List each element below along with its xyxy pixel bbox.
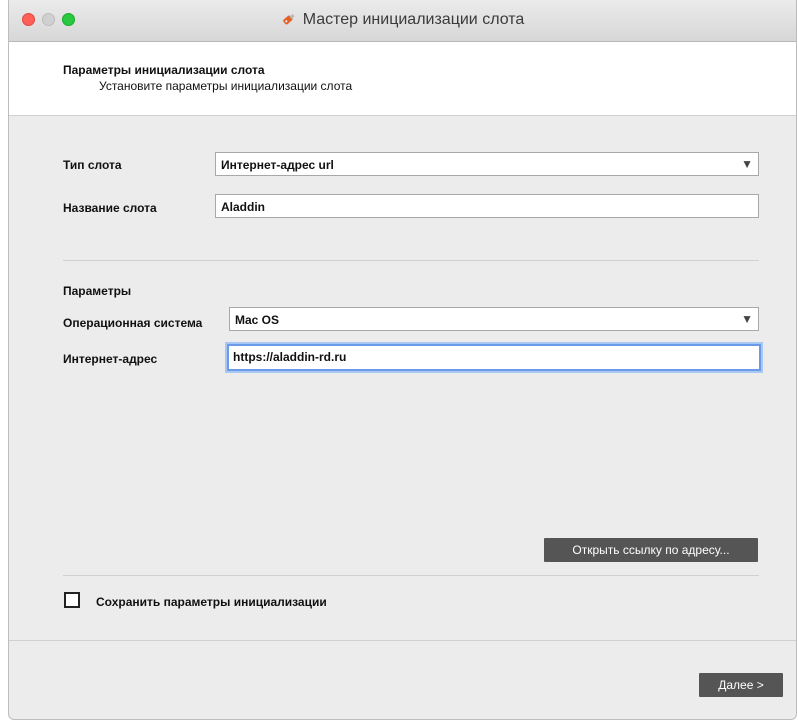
url-input[interactable]: https://aladdin-rd.ru xyxy=(227,344,761,371)
slot-name-input[interactable]: Aladdin xyxy=(215,194,759,218)
slot-type-select[interactable]: Интернет-адрес url ▼ xyxy=(215,152,759,176)
window-title: Мастер инициализации слота xyxy=(9,11,796,32)
slot-name-value: Aladdin xyxy=(221,200,265,214)
footer-divider xyxy=(63,575,759,576)
header-subtitle: Установите параметры инициализации слота xyxy=(99,79,353,93)
os-select[interactable]: Mac OS ▼ xyxy=(229,307,759,331)
slot-type-label: Тип слота xyxy=(63,158,122,172)
slot-type-value: Интернет-адрес url xyxy=(221,158,334,172)
url-label: Интернет-адрес xyxy=(63,352,158,366)
save-params-label[interactable]: Сохранить параметры инициализации xyxy=(96,595,327,609)
os-value: Mac OS xyxy=(235,313,280,327)
title-bar[interactable]: Мастер инициализации слота xyxy=(9,0,796,42)
wizard-window: Мастер инициализации слота Параметры ини… xyxy=(8,0,797,720)
os-label: Операционная система xyxy=(63,316,203,330)
save-params-checkbox[interactable] xyxy=(64,592,80,608)
params-section-label: Параметры xyxy=(63,284,132,298)
slot-name-label: Название слота xyxy=(63,201,157,215)
next-button[interactable]: Далее > xyxy=(699,673,783,697)
open-link-button[interactable]: Открыть ссылку по адресу... xyxy=(544,538,758,562)
window-title-text: Мастер инициализации слота xyxy=(302,11,525,28)
bottom-divider xyxy=(9,640,796,641)
dropdown-arrow-icon: ▼ xyxy=(741,312,753,326)
section-divider xyxy=(63,260,759,261)
dropdown-arrow-icon: ▼ xyxy=(741,157,753,171)
header-title: Параметры инициализации слота xyxy=(63,63,265,77)
token-key-icon xyxy=(281,11,297,32)
url-value: https://aladdin-rd.ru xyxy=(233,350,347,364)
wizard-header: Параметры инициализации слота Установите… xyxy=(9,42,796,116)
